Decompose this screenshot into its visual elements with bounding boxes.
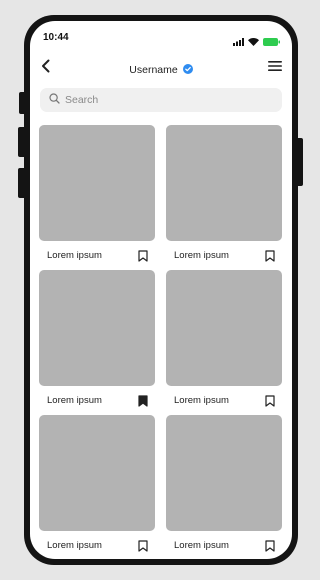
post-label: Lorem ipsum <box>174 250 229 261</box>
post-footer: Lorem ipsum <box>39 386 155 415</box>
verified-badge-icon <box>182 61 193 79</box>
profile-title: Username <box>30 61 292 79</box>
status-icons <box>233 33 280 51</box>
signal-icon <box>233 33 244 51</box>
post-footer: Lorem ipsum <box>166 531 282 559</box>
post-card[interactable]: Lorem ipsum <box>166 270 282 415</box>
bookmark-filled-icon[interactable] <box>137 394 149 408</box>
bookmark-icon[interactable] <box>264 539 276 553</box>
post-card[interactable]: Lorem ipsum <box>166 415 282 559</box>
post-card[interactable]: Lorem ipsum <box>39 270 155 415</box>
bookmark-icon[interactable] <box>264 394 276 408</box>
post-thumbnail[interactable] <box>39 415 155 531</box>
bookmark-icon[interactable] <box>137 539 149 553</box>
post-label: Lorem ipsum <box>47 395 102 406</box>
menu-button[interactable] <box>267 60 283 76</box>
battery-icon <box>263 33 280 51</box>
post-label: Lorem ipsum <box>47 540 102 551</box>
post-card[interactable]: Lorem ipsum <box>166 125 282 270</box>
post-footer: Lorem ipsum <box>166 241 282 270</box>
post-footer: Lorem ipsum <box>39 531 155 559</box>
post-footer: Lorem ipsum <box>39 241 155 270</box>
post-thumbnail[interactable] <box>166 415 282 531</box>
status-time: 10:44 <box>43 32 69 43</box>
post-label: Lorem ipsum <box>47 250 102 261</box>
post-thumbnail[interactable] <box>39 125 155 241</box>
bookmark-icon[interactable] <box>264 249 276 263</box>
post-grid: Lorem ipsum Lorem ipsum Lorem ipsum Lore… <box>39 125 282 559</box>
top-nav-bar: Username <box>30 55 292 83</box>
post-thumbnail[interactable] <box>166 125 282 241</box>
bookmark-icon[interactable] <box>137 249 149 263</box>
post-label: Lorem ipsum <box>174 540 229 551</box>
post-thumbnail[interactable] <box>39 270 155 386</box>
search-icon <box>49 91 60 109</box>
status-bar: 10:44 <box>30 21 292 51</box>
post-thumbnail[interactable] <box>166 270 282 386</box>
username-title: Username <box>129 64 178 76</box>
wifi-icon <box>248 33 259 51</box>
post-label: Lorem ipsum <box>174 395 229 406</box>
phone-screen: 10:44 Username Search Lorem ipsum Lorem … <box>30 21 292 559</box>
post-footer: Lorem ipsum <box>166 386 282 415</box>
hamburger-menu-icon <box>268 59 282 77</box>
search-input[interactable] <box>65 94 265 106</box>
post-card[interactable]: Lorem ipsum <box>39 415 155 559</box>
post-card[interactable]: Lorem ipsum <box>39 125 155 270</box>
search-bar[interactable] <box>40 88 282 112</box>
